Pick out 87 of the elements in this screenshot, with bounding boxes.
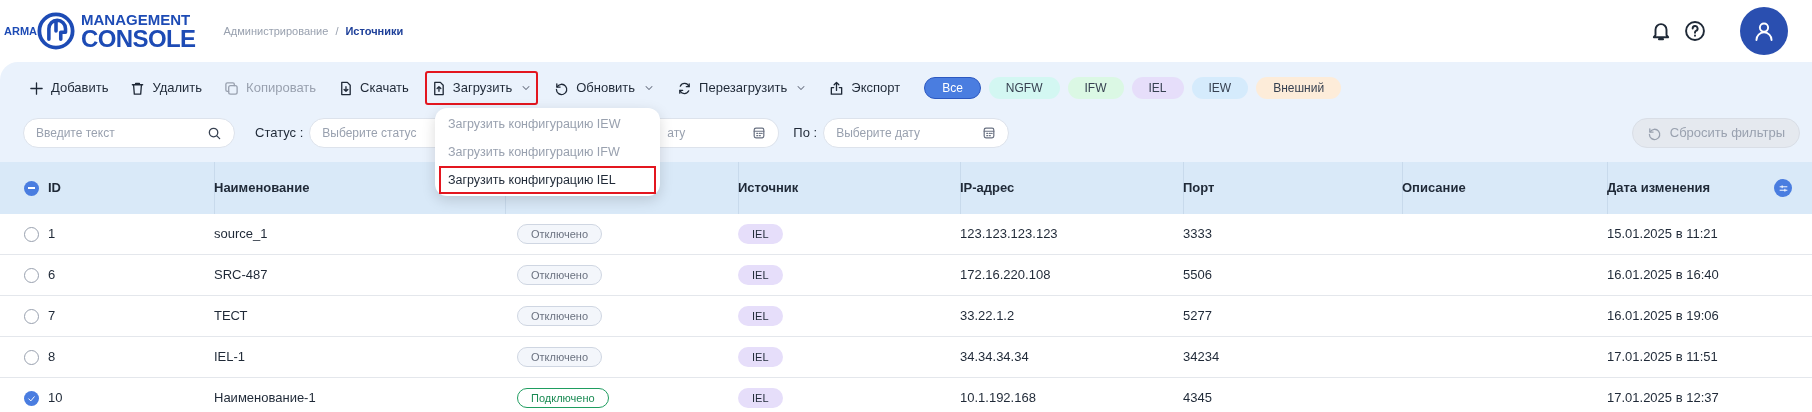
copy-icon [224,80,240,96]
status-badge: Отключено [517,265,602,285]
column-header: Наименование [214,179,310,198]
user-icon [1753,20,1775,42]
calendar-icon [752,126,767,140]
type-filter-chip[interactable]: NGFW [988,77,1060,99]
plus-icon [29,80,44,96]
toolbar-button[interactable]: Перезагрузить [673,73,812,103]
table-cell: 10.1.192.168 [960,390,1036,406]
status-badge: Отключено [517,224,602,244]
source-badge: IEL [738,306,783,326]
toolbar-button[interactable]: Добавить [25,73,113,103]
reload-icon [677,80,693,96]
type-filter-chip[interactable]: Все [924,77,981,99]
type-filter-chip[interactable]: IEL [1131,77,1184,99]
table-cell: 5277 [1183,308,1212,324]
table-cell: 4345 [1183,390,1212,406]
column-header: Описание [1402,179,1466,198]
table-cell: 16.01.2025 в 19:06 [1607,308,1719,324]
filter-label: Статус : [255,124,304,143]
table-cell: 16.01.2025 в 16:40 [1607,267,1719,283]
source-badge: IEL [738,224,783,244]
table-cell: 34.34.34.34 [960,349,1029,365]
breadcrumb-separator: / [335,23,339,39]
reset-icon [1646,125,1662,141]
calendar-icon [982,126,997,140]
row-checkbox[interactable] [24,226,39,242]
table-cell-text: 8 [48,348,56,367]
toolbar-button[interactable]: Скачать [334,73,413,103]
column-header: Источник [738,179,799,198]
type-filter-chip[interactable]: IEW [1191,77,1249,99]
table-cell: SRC-487 [214,267,268,283]
table-cell-text: 7 [48,307,56,326]
table-cell-text: 1 [48,225,56,244]
table-cell-text: 10 [48,389,63,408]
trash-icon [130,80,146,96]
logo-prefix: ARMA [4,23,37,39]
table-cell: 17.01.2025 в 12:37 [1607,390,1719,406]
logo-text: MANAGEMENT [81,11,192,27]
table-cell: IEL-1 [214,349,246,365]
export-icon [829,80,845,96]
logo-text: CONSOLE [81,26,196,51]
bell-icon [1650,20,1672,42]
row-checkbox[interactable] [24,390,39,406]
table-cell: 3333 [1183,226,1212,242]
help-icon [1684,20,1706,42]
menu-item[interactable]: Загрузить конфигурацию IEL [441,168,654,192]
filter-label: По : [793,124,818,143]
column-settings-button[interactable] [1774,179,1792,197]
download-icon [338,80,354,96]
row-checkbox[interactable] [24,349,39,365]
table-cell: ТЕСТ [214,308,248,324]
status-badge: Отключено [517,347,602,367]
source-badge: IEL [738,265,783,285]
table-cell: Наименование-1 [214,390,316,406]
select-all-checkbox[interactable] [24,180,39,196]
table-cell: 17.01.2025 в 11:51 [1607,349,1718,365]
table-cell: 5506 [1183,267,1212,283]
column-header: ID [48,179,61,198]
type-filter-chip[interactable]: IFW [1067,77,1124,99]
toolbar-button[interactable]: Загрузить [426,73,537,103]
table-cell: 34234 [1183,349,1220,365]
table-cell: source_1 [214,226,268,242]
user-avatar[interactable] [1740,7,1788,55]
source-badge: IEL [738,388,783,408]
table-cell: 123.123.123.123 [960,226,1058,242]
toolbar-button[interactable]: Экспорт [825,73,905,103]
search-icon [207,125,222,141]
helmet-logo-icon [37,12,75,50]
table-cell: 33.22.1.2 [960,308,1015,324]
source-badge: IEL [738,347,783,367]
toolbar-button[interactable]: Обновить [550,73,660,103]
column-header: Дата изменения [1607,179,1711,198]
column-header: Порт [1183,179,1215,198]
breadcrumb-link[interactable]: Источники [345,22,404,40]
type-filter-chip[interactable]: Внешний [1256,77,1342,99]
sliders-icon [1777,182,1789,194]
column-header: IP-адрес [960,179,1015,198]
refresh-icon [554,80,570,96]
status-badge: Отключено [517,306,602,326]
table-cell: 172.16.220.108 [960,267,1051,283]
table-cell-text: 6 [48,266,56,285]
toolbar-button[interactable]: Удалить [126,73,207,103]
row-checkbox[interactable] [24,308,39,324]
table-cell: 15.01.2025 в 11:21 [1607,226,1718,242]
row-checkbox[interactable] [24,267,39,283]
status-badge: Подключено [517,388,609,408]
